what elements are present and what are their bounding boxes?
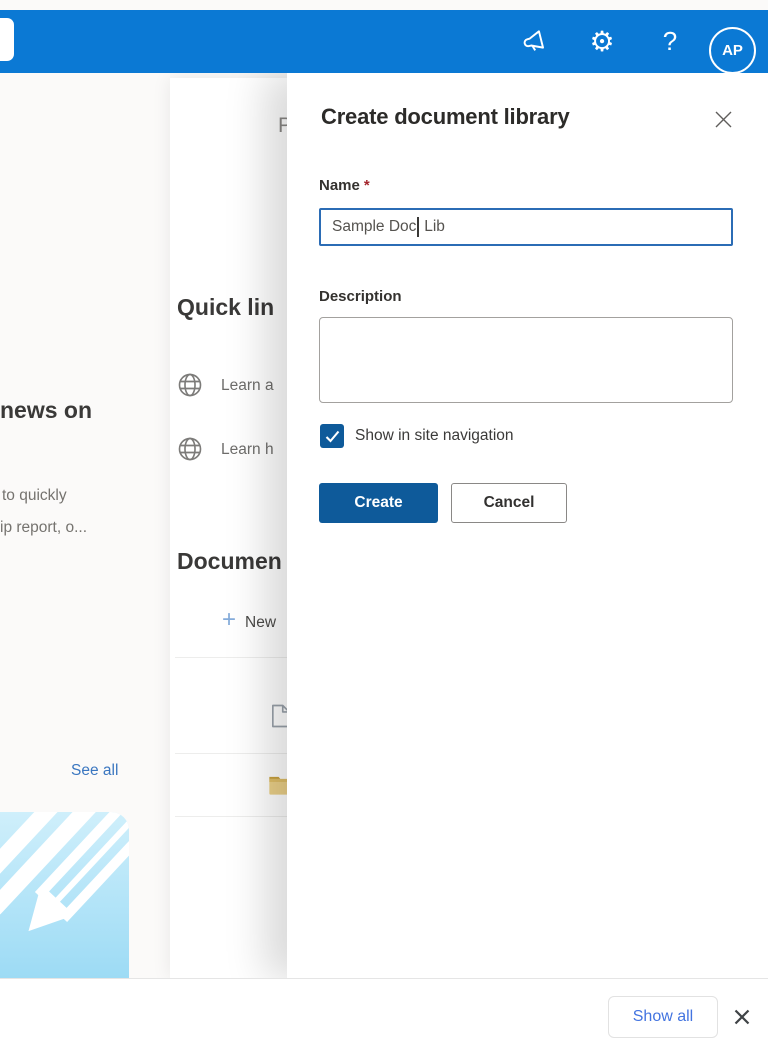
suite-bar: ⚙ ? AP (0, 10, 768, 73)
quick-link-item[interactable]: Learn h (221, 441, 274, 459)
check-icon (325, 430, 340, 443)
description-field-label: Description (319, 288, 402, 305)
help-icon[interactable]: ? (648, 10, 692, 73)
name-label-text: Name (319, 177, 360, 194)
name-input[interactable]: Sample Doc Lib (319, 208, 733, 246)
text-cursor (417, 217, 419, 237)
required-asterisk: * (364, 177, 370, 194)
show-in-navigation-checkbox[interactable]: Show in site navigation (320, 424, 514, 448)
news-body-line: ip report, o... (0, 519, 87, 537)
globe-icon (176, 371, 204, 399)
news-body-line: to quickly (2, 487, 67, 505)
gear-icon[interactable]: ⚙ (580, 10, 624, 73)
globe-icon (176, 435, 204, 463)
name-input-value-after-caret: Lib (420, 218, 445, 236)
close-icon[interactable] (728, 1003, 756, 1031)
downloads-bar: Show all (0, 978, 768, 1056)
close-icon[interactable] (709, 105, 737, 133)
create-button[interactable]: Create (319, 483, 438, 523)
documents-webpart-title: Documen (177, 548, 282, 575)
quick-link-item[interactable]: Learn a (221, 377, 274, 395)
checkbox-label: Show in site navigation (355, 427, 514, 445)
see-all-link[interactable]: See all (71, 762, 118, 780)
avatar[interactable]: AP (709, 27, 756, 74)
panel-title: Create document library (321, 104, 569, 130)
create-document-library-panel: Create document library Name* Sample Doc… (287, 73, 768, 978)
search-input[interactable] (0, 18, 14, 61)
screen: news on to quickly ip report, o... See a… (0, 0, 768, 1056)
news-headline-fragment: news on (0, 397, 92, 424)
name-field-label: Name* (319, 177, 370, 194)
cancel-button[interactable]: Cancel (451, 483, 567, 523)
name-input-value-before-caret: Sample Doc (332, 218, 416, 236)
checkbox-checked[interactable] (320, 424, 344, 448)
new-document-button[interactable]: + New (222, 606, 276, 634)
show-all-button[interactable]: Show all (608, 996, 718, 1038)
description-textarea[interactable] (319, 317, 733, 403)
plus-icon: + (222, 606, 236, 634)
quick-links-title: Quick lin (177, 294, 274, 321)
megaphone-icon[interactable] (513, 10, 557, 73)
new-button-label: New (245, 614, 276, 632)
